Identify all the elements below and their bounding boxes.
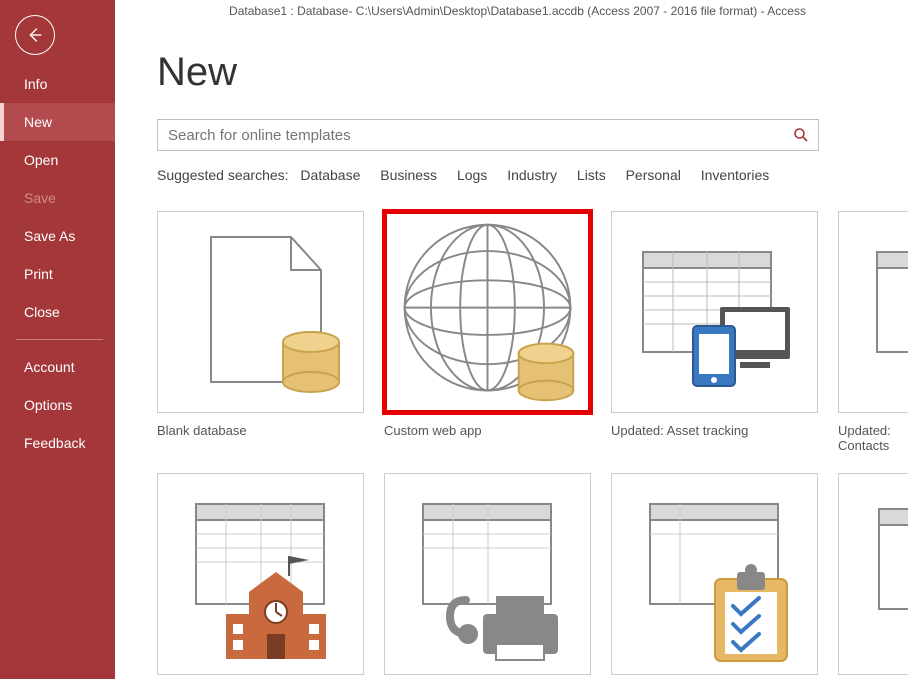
template-students[interactable]: [157, 473, 364, 679]
sidebar-divider: [16, 339, 103, 340]
sidebar-item-label: Save: [24, 190, 56, 206]
sidebar-item-print[interactable]: Print: [0, 255, 115, 293]
clipboard-tasks-icon: [625, 484, 805, 664]
sidebar-item-label: Options: [24, 397, 72, 413]
school-icon: [171, 484, 351, 664]
template-label: Custom web app: [384, 423, 591, 438]
suggested-term-business[interactable]: Business: [380, 167, 437, 183]
template-tasks[interactable]: [611, 473, 818, 679]
arrow-left-icon: [24, 24, 46, 46]
window-title: Database1 : Database- C:\Users\Admin\Des…: [115, 0, 920, 20]
suggested-searches: Suggested searches: Database Business Lo…: [157, 167, 920, 183]
page-title: New: [157, 50, 920, 95]
globe-database-icon: [390, 215, 585, 410]
suggested-term-logs[interactable]: Logs: [457, 167, 487, 183]
template-search-input[interactable]: [158, 127, 784, 144]
suggested-term-lists[interactable]: Lists: [577, 167, 606, 183]
suggested-term-industry[interactable]: Industry: [507, 167, 557, 183]
template-label: Blank database: [157, 423, 364, 438]
sidebar-item-info[interactable]: Info: [0, 65, 115, 103]
sidebar-item-feedback[interactable]: Feedback: [0, 424, 115, 462]
search-button[interactable]: [784, 127, 818, 143]
template-search-box[interactable]: [157, 119, 819, 151]
sidebar-item-label: Info: [24, 76, 47, 92]
sidebar-item-close[interactable]: Close: [0, 293, 115, 331]
blank-database-icon: [176, 222, 346, 402]
sidebar-item-save: Save: [0, 179, 115, 217]
template-custom-web-app[interactable]: Custom web app: [384, 211, 591, 453]
template-other[interactable]: [838, 473, 908, 679]
sidebar-item-label: Open: [24, 152, 58, 168]
sidebar-item-options[interactable]: Options: [0, 386, 115, 424]
back-button[interactable]: [15, 15, 55, 55]
template-label: Updated: Contacts: [838, 423, 908, 453]
backstage-main: Database1 : Database- C:\Users\Admin\Des…: [115, 0, 920, 679]
sidebar-item-label: New: [24, 114, 52, 130]
template-gallery: Blank database: [157, 211, 920, 679]
sidebar-item-label: Account: [24, 359, 75, 375]
datasheet-icon: [857, 489, 909, 659]
template-asset-tracking[interactable]: Updated: Asset tracking: [611, 211, 818, 453]
template-blank-database[interactable]: Blank database: [157, 211, 364, 453]
sidebar-item-label: Print: [24, 266, 53, 282]
sidebar-item-new[interactable]: New: [0, 103, 115, 141]
suggested-term-inventories[interactable]: Inventories: [701, 167, 769, 183]
sidebar-item-label: Save As: [24, 228, 75, 244]
backstage-sidebar: Info New Open Save Save As Print Close A…: [0, 0, 115, 679]
suggested-term-personal[interactable]: Personal: [626, 167, 681, 183]
search-icon: [793, 127, 809, 143]
template-contacts[interactable]: Updated: Contacts: [838, 211, 908, 453]
template-label: Updated: Asset tracking: [611, 423, 818, 438]
sidebar-item-account[interactable]: Account: [0, 348, 115, 386]
sidebar-item-open[interactable]: Open: [0, 141, 115, 179]
sidebar-item-label: Feedback: [24, 435, 85, 451]
sidebar-item-label: Close: [24, 304, 60, 320]
suggested-term-database[interactable]: Database: [300, 167, 360, 183]
sidebar-item-save-as[interactable]: Save As: [0, 217, 115, 255]
template-faxes[interactable]: [384, 473, 591, 679]
contacts-icon: [857, 227, 909, 397]
suggested-label: Suggested searches:: [157, 167, 289, 183]
asset-tracking-icon: [625, 222, 805, 402]
fax-icon: [398, 484, 578, 664]
